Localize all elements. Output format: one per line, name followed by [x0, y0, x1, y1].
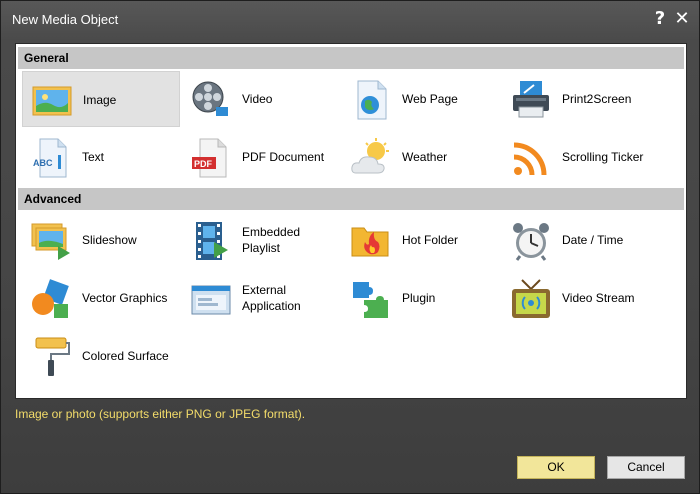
item-label: Slideshow [82, 233, 137, 247]
item-scrolling-ticker[interactable]: Scrolling Ticker [502, 129, 660, 185]
item-label: Plugin [402, 291, 436, 305]
film-reel-icon [190, 79, 232, 121]
item-weather[interactable]: Weather [342, 129, 500, 185]
printer-icon [510, 79, 552, 121]
item-label: Text [82, 150, 105, 164]
item-embedded-playlist[interactable]: Embedded Playlist [182, 212, 340, 268]
item-label: Date / Time [562, 233, 624, 247]
hot-folder-icon [350, 220, 392, 262]
item-label: Hot Folder [402, 233, 459, 247]
item-slideshow[interactable]: Slideshow [22, 212, 180, 268]
item-label: Video Stream [562, 291, 635, 305]
item-description: Image or photo (supports either PNG or J… [15, 407, 306, 421]
web-page-icon [350, 79, 392, 121]
close-button[interactable]: ✕ [672, 8, 692, 30]
item-label: Video [242, 92, 273, 106]
section-header-advanced: Advanced [18, 188, 684, 210]
section-label: General [24, 51, 69, 65]
cancel-button[interactable]: Cancel [607, 456, 685, 479]
item-web-page[interactable]: Web Page [342, 71, 500, 127]
item-video-stream[interactable]: Video Stream [502, 270, 660, 326]
abc-glyph: ABC [33, 158, 53, 168]
image-icon [31, 80, 73, 122]
paint-roller-icon [30, 336, 72, 378]
item-image[interactable]: Image [22, 71, 180, 127]
pdf-glyph: PDF [194, 159, 213, 169]
weather-icon [350, 137, 392, 179]
item-date-time[interactable]: Date / Time [502, 212, 660, 268]
item-label: Image [83, 93, 117, 107]
filmstrip-icon [190, 220, 232, 262]
item-label: Colored Surface [82, 349, 169, 363]
item-plugin[interactable]: Plugin [342, 270, 500, 326]
item-print2screen[interactable]: Print2Screen [502, 71, 660, 127]
dialog-title: New Media Object [12, 12, 119, 27]
item-pdf-document[interactable]: PDF PDF Document [182, 129, 340, 185]
item-label: Vector Graphics [82, 291, 168, 305]
item-label: PDF Document [242, 150, 325, 164]
item-label: Web Page [402, 92, 458, 106]
media-type-panel: General Image Video Web Page Print2Scree… [15, 43, 687, 399]
vector-shapes-icon [30, 278, 72, 320]
pdf-icon: PDF [190, 137, 232, 179]
item-external-application[interactable]: External Application [182, 270, 340, 326]
item-hot-folder[interactable]: Hot Folder [342, 212, 500, 268]
text-document-icon: ABC [30, 137, 72, 179]
slideshow-icon [30, 220, 72, 262]
item-label: Print2Screen [562, 92, 632, 106]
ok-button[interactable]: OK [517, 456, 595, 479]
section-header-general: General [18, 47, 684, 69]
alarm-clock-icon [510, 220, 552, 262]
rss-icon [510, 137, 552, 179]
title-bar[interactable]: New Media Object ? ✕ [1, 1, 699, 37]
puzzle-icon [350, 278, 392, 320]
app-window-icon [190, 278, 232, 320]
item-label: Weather [402, 150, 448, 164]
item-label: Scrolling Ticker [562, 150, 644, 164]
item-colored-surface[interactable]: Colored Surface [22, 328, 180, 384]
tv-antenna-icon [510, 278, 552, 320]
item-label: Embedded Playlist [242, 225, 301, 255]
new-media-object-dialog: New Media Object ? ✕ General Image Video… [0, 0, 700, 494]
item-video[interactable]: Video [182, 71, 340, 127]
item-text[interactable]: ABC Text [22, 129, 180, 185]
help-button[interactable]: ? [650, 8, 670, 30]
section-label: Advanced [24, 192, 82, 206]
item-vector-graphics[interactable]: Vector Graphics [22, 270, 180, 326]
item-label: External Application [242, 283, 301, 313]
